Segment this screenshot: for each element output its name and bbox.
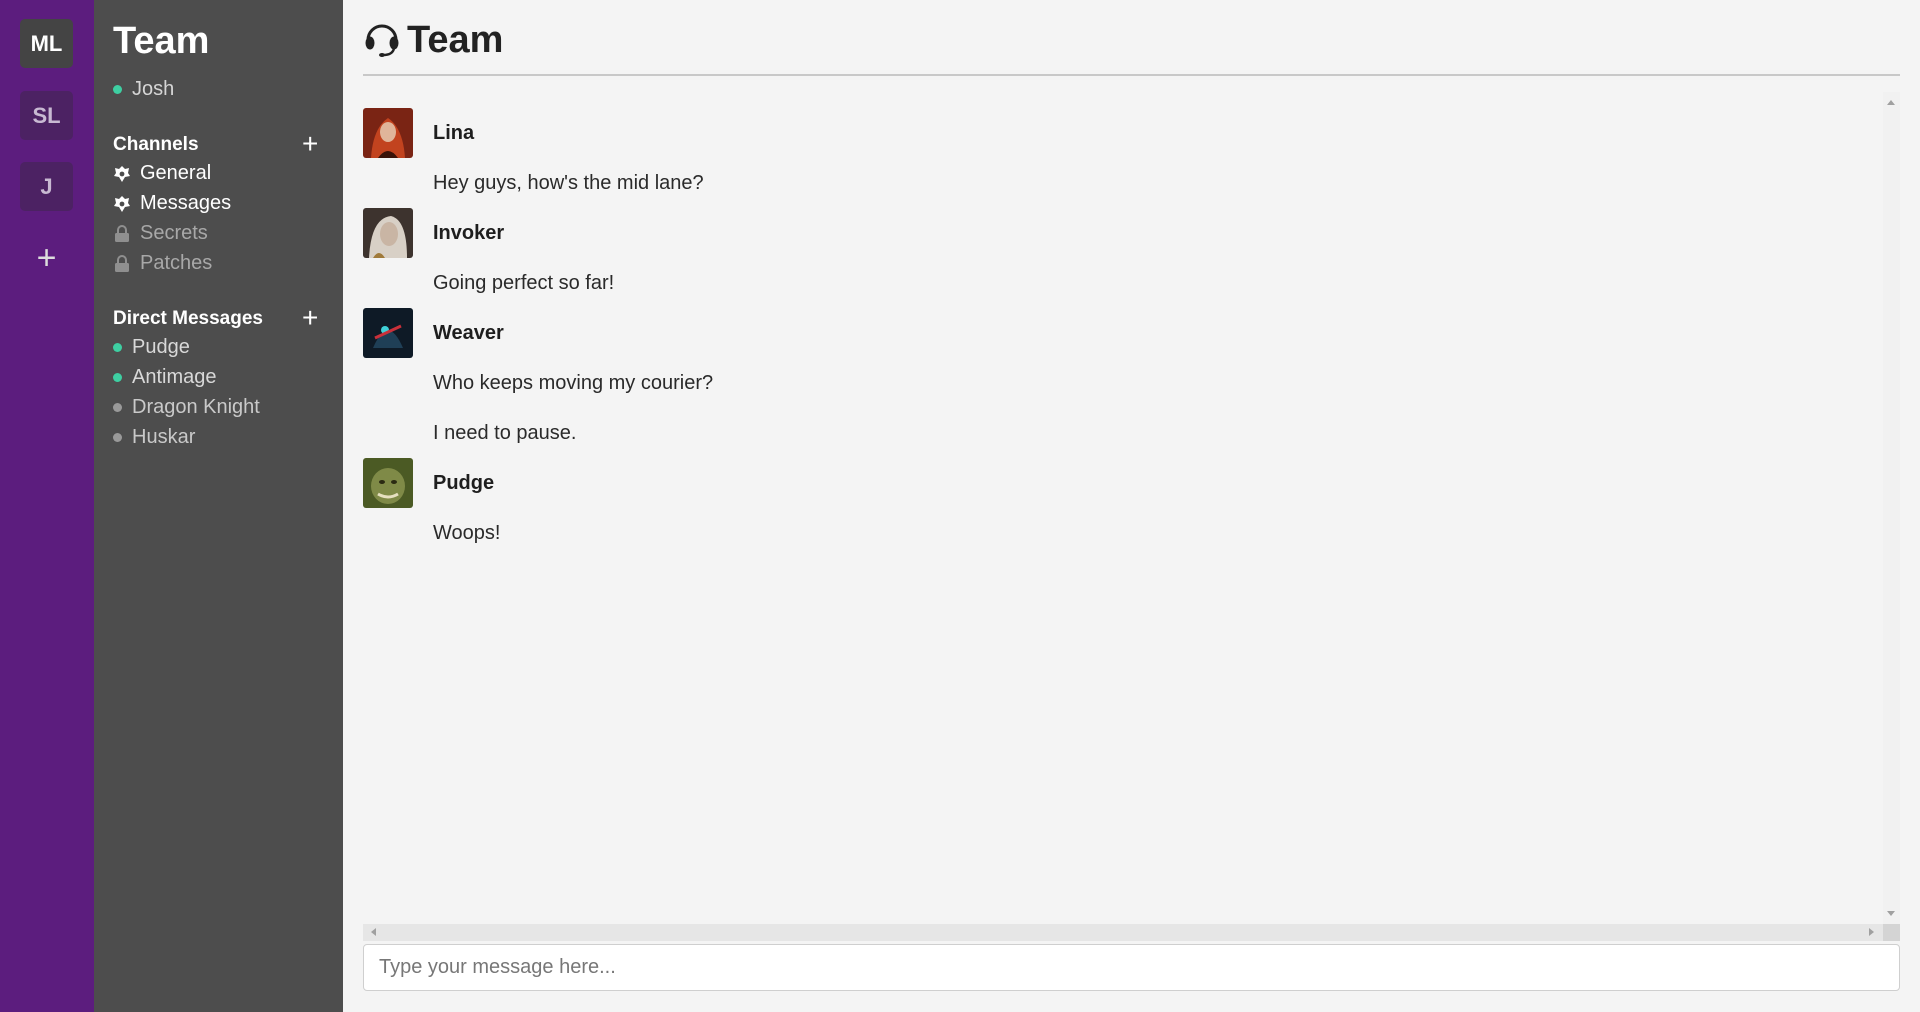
crest-icon — [113, 165, 131, 183]
message-text: Going perfect so far! — [433, 272, 615, 294]
channel-label: General — [140, 162, 212, 184]
header-divider — [363, 74, 1900, 76]
scroll-down-icon[interactable] — [1887, 911, 1895, 916]
current-user-name: Josh — [132, 78, 175, 100]
scroll-up-icon[interactable] — [1887, 100, 1895, 105]
avatar-pudge — [363, 458, 413, 508]
channel-patches[interactable]: Patches — [113, 252, 212, 275]
channels-heading: Channels — [113, 134, 199, 155]
headset-icon — [363, 18, 401, 63]
team-switcher: ML SL J + — [0, 0, 94, 1012]
offline-status-icon — [113, 403, 122, 412]
channel-label: Messages — [140, 192, 232, 214]
channel-sidebar: Team Josh Channels + General Messages Se… — [94, 0, 343, 1012]
dm-label: Antimage — [132, 366, 217, 388]
horizontal-scrollbar[interactable] — [363, 924, 1900, 941]
dm-antimage[interactable]: Antimage — [113, 366, 217, 389]
scroll-left-icon[interactable] — [371, 928, 376, 936]
team-button-ml[interactable]: ML — [20, 19, 73, 68]
channel-general[interactable]: General — [113, 162, 211, 185]
channel-label: Patches — [140, 252, 213, 274]
message-text: I need to pause. — [433, 422, 577, 444]
message-list[interactable]: Lina Hey guys, how's the mid lane? Invok… — [363, 92, 1900, 924]
online-status-icon — [113, 373, 122, 382]
message-text: Woops! — [433, 522, 501, 544]
message-text: Who keeps moving my courier? — [433, 372, 714, 394]
dm-label: Pudge — [132, 336, 190, 358]
online-status-icon — [113, 343, 122, 352]
message-input[interactable] — [363, 944, 1900, 991]
avatar-weaver — [363, 308, 413, 358]
avatar-invoker — [363, 208, 413, 258]
scroll-right-icon[interactable] — [1869, 928, 1874, 936]
dm-label: Huskar — [132, 426, 196, 448]
message-author: Pudge — [433, 472, 495, 494]
current-user: Josh — [113, 78, 174, 101]
chat-header: Team — [363, 18, 503, 63]
channel-secrets[interactable]: Secrets — [113, 222, 208, 245]
team-button-sl[interactable]: SL — [20, 91, 73, 140]
dm-label: Dragon Knight — [132, 396, 260, 418]
crest-icon — [113, 195, 131, 213]
scrollbar-corner — [1883, 924, 1900, 941]
lock-icon — [113, 224, 131, 243]
add-channel-button[interactable]: + — [302, 130, 318, 158]
online-status-icon — [113, 85, 122, 94]
message-text: Hey guys, how's the mid lane? — [433, 172, 704, 194]
direct-messages-heading: Direct Messages — [113, 308, 263, 329]
add-team-button[interactable]: + — [20, 233, 73, 283]
message-author: Invoker — [433, 222, 505, 244]
channel-messages[interactable]: Messages — [113, 192, 231, 215]
message-author: Weaver — [433, 322, 504, 344]
channel-label: Secrets — [140, 222, 208, 244]
lock-icon — [113, 254, 131, 273]
chat-title: Team — [407, 19, 504, 61]
add-direct-message-button[interactable]: + — [302, 304, 318, 332]
team-name: Team — [113, 20, 210, 62]
offline-status-icon — [113, 433, 122, 442]
dm-pudge[interactable]: Pudge — [113, 336, 190, 359]
avatar-lina — [363, 108, 413, 158]
team-button-j[interactable]: J — [20, 162, 73, 211]
dm-huskar[interactable]: Huskar — [113, 426, 195, 449]
dm-dragon-knight[interactable]: Dragon Knight — [113, 396, 260, 419]
message-author: Lina — [433, 122, 475, 144]
chat-area: Team Lina Hey guys, how's the mid lane? … — [343, 0, 1920, 1012]
vertical-scrollbar[interactable] — [1883, 92, 1900, 924]
